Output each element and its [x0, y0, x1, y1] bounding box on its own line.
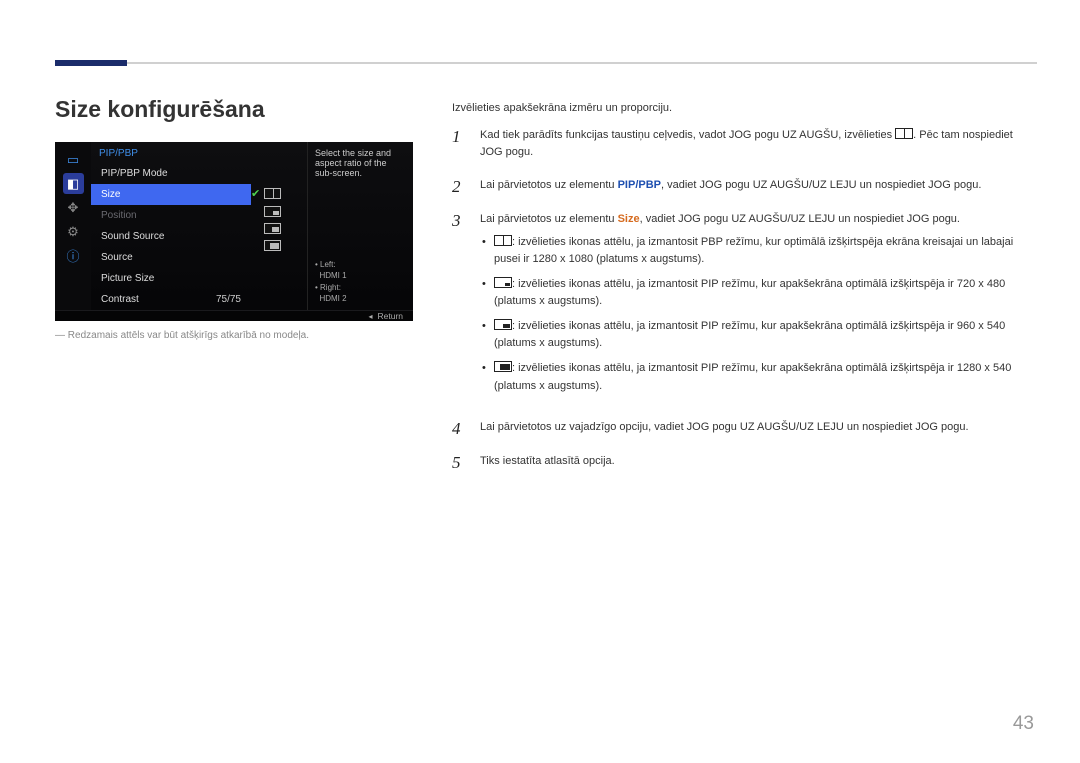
osd-contrast-value: 75/75: [216, 294, 241, 305]
osd-option-split: ✔: [251, 187, 281, 200]
text: Kad tiek parādīts funkcijas taustiņu ceļ…: [480, 129, 895, 141]
pip-large-icon: [494, 361, 512, 372]
page-number: 43: [1013, 713, 1034, 735]
bullet-list: : izvēlieties ikonas attēlu, ja izmantos…: [480, 234, 1034, 394]
info-icon: ⓘ: [63, 245, 84, 266]
step-body: Tiks iestatīta atlasītā opcija.: [480, 453, 1034, 471]
text: , vadiet JOG pogu UZ AUGŠU/UZ LEJU un no…: [661, 179, 981, 191]
pip-small-icon: [494, 277, 512, 288]
bullet-pip-large: : izvēlieties ikonas attēlu, ja izmantos…: [480, 360, 1034, 394]
text: Lai pārvietotos uz elementu: [480, 213, 618, 225]
step-body: Lai pārvietotos uz elementu PIP/PBP, vad…: [480, 177, 1034, 195]
step-number: 4: [452, 419, 466, 437]
osd-option-pip-med: [251, 223, 281, 234]
osd-item-contrast: Contrast 75/75: [91, 289, 251, 310]
menu-icon: [895, 128, 913, 139]
legend-left-label: Left:: [320, 260, 336, 269]
gear-icon: ⚙: [63, 221, 84, 242]
header-rule: [55, 62, 1037, 64]
return-icon: ◂: [368, 312, 372, 321]
pip-med-icon: [494, 319, 512, 330]
legend-right-value: HDMI 2: [319, 294, 346, 303]
step-2: 2 Lai pārvietotos uz elementu PIP/PBP, v…: [452, 177, 1034, 195]
osd-contrast-label: Contrast: [101, 294, 139, 305]
osd-legend: • Left: HDMI 1 • Right: HDMI 2: [315, 259, 406, 304]
page-title: Size konfigurēšana: [55, 96, 265, 123]
step-number: 1: [452, 127, 466, 161]
intro-text: Izvēlieties apakšekrāna izmēru un propor…: [452, 100, 1034, 117]
legend-left-value: HDMI 1: [319, 271, 346, 280]
pip-small-icon: [264, 206, 281, 217]
osd-body: ▭ ◧ ✥ ⚙ ⓘ PIP/PBP PIP/PBP Mode Size Posi…: [55, 142, 413, 310]
osd-footer: ◂ Return: [55, 310, 413, 321]
pip-med-icon: [264, 223, 281, 234]
highlight-pipbp: PIP/PBP: [618, 179, 661, 191]
step-body: Lai pārvietotos uz vajadzīgo opciju, vad…: [480, 419, 1034, 437]
instructions: Izvēlieties apakšekrāna izmēru un propor…: [452, 100, 1034, 487]
bullet-split: : izvēlieties ikonas attēlu, ja izmantos…: [480, 234, 1034, 268]
bullet-pip-med: : izvēlieties ikonas attēlu, ja izmantos…: [480, 318, 1034, 352]
text: : izvēlieties ikonas attēlu, ja izmantos…: [494, 320, 1005, 349]
osd-item-picture-size: Picture Size: [91, 268, 251, 289]
osd-header: PIP/PBP: [91, 142, 251, 163]
osd-help-text: Select the size and aspect ratio of the …: [315, 148, 406, 178]
legend-right-label: Right:: [320, 283, 341, 292]
text: : izvēlieties ikonas attēlu, ja izmantos…: [494, 236, 1013, 265]
osd-help: Select the size and aspect ratio of the …: [307, 142, 413, 310]
step-5: 5 Tiks iestatīta atlasītā opcija.: [452, 453, 1034, 471]
osd-return-label: Return: [377, 311, 403, 321]
text: , vadiet JOG pogu UZ AUGŠU/UZ LEJU un no…: [640, 213, 960, 225]
step-body: Lai pārvietotos uz elementu Size, vadiet…: [480, 211, 1034, 402]
osd-option-pip-large: [251, 240, 281, 251]
osd-option-pip-small: [251, 206, 281, 217]
osd-sidebar: ▭ ◧ ✥ ⚙ ⓘ: [55, 142, 91, 310]
monitor-icon: ▭: [63, 149, 84, 170]
check-icon: ✔: [251, 187, 261, 200]
image-caption: Redzamais attēls var būt atšķirīgs atkar…: [55, 330, 309, 341]
move-icon: ✥: [63, 197, 84, 218]
step-number: 5: [452, 453, 466, 471]
step-number: 2: [452, 177, 466, 195]
step-1: 1 Kad tiek parādīts funkcijas taustiņu c…: [452, 127, 1034, 161]
osd-item-sound-source: Sound Source: [91, 226, 251, 247]
split-icon: [264, 188, 281, 199]
highlight-size: Size: [618, 213, 640, 225]
pip-large-icon: [264, 240, 281, 251]
step-list: 1 Kad tiek parādīts funkcijas taustiņu c…: [452, 127, 1034, 471]
step-3: 3 Lai pārvietotos uz elementu Size, vadi…: [452, 211, 1034, 402]
osd-item-source: Source: [91, 247, 251, 268]
bullet-pip-small: : izvēlieties ikonas attēlu, ja izmantos…: [480, 276, 1034, 310]
osd-item-size: Size: [91, 184, 251, 205]
header-rule-accent: [55, 60, 127, 66]
osd-options: ✔: [251, 142, 307, 310]
pip-icon: ◧: [63, 173, 84, 194]
step-number: 3: [452, 211, 466, 402]
osd-item-mode: PIP/PBP Mode: [91, 163, 251, 184]
step-4: 4 Lai pārvietotos uz vajadzīgo opciju, v…: [452, 419, 1034, 437]
text: : izvēlieties ikonas attēlu, ja izmantos…: [494, 278, 1005, 307]
text: : izvēlieties ikonas attēlu, ja izmantos…: [494, 362, 1011, 391]
step-body: Kad tiek parādīts funkcijas taustiņu ceļ…: [480, 127, 1034, 161]
split-icon: [494, 235, 512, 246]
text: Lai pārvietotos uz elementu: [480, 179, 618, 191]
osd-item-position: Position: [91, 205, 251, 226]
osd-preview: ▭ ◧ ✥ ⚙ ⓘ PIP/PBP PIP/PBP Mode Size Posi…: [55, 142, 413, 321]
osd-menu: PIP/PBP PIP/PBP Mode Size Position Sound…: [91, 142, 251, 310]
